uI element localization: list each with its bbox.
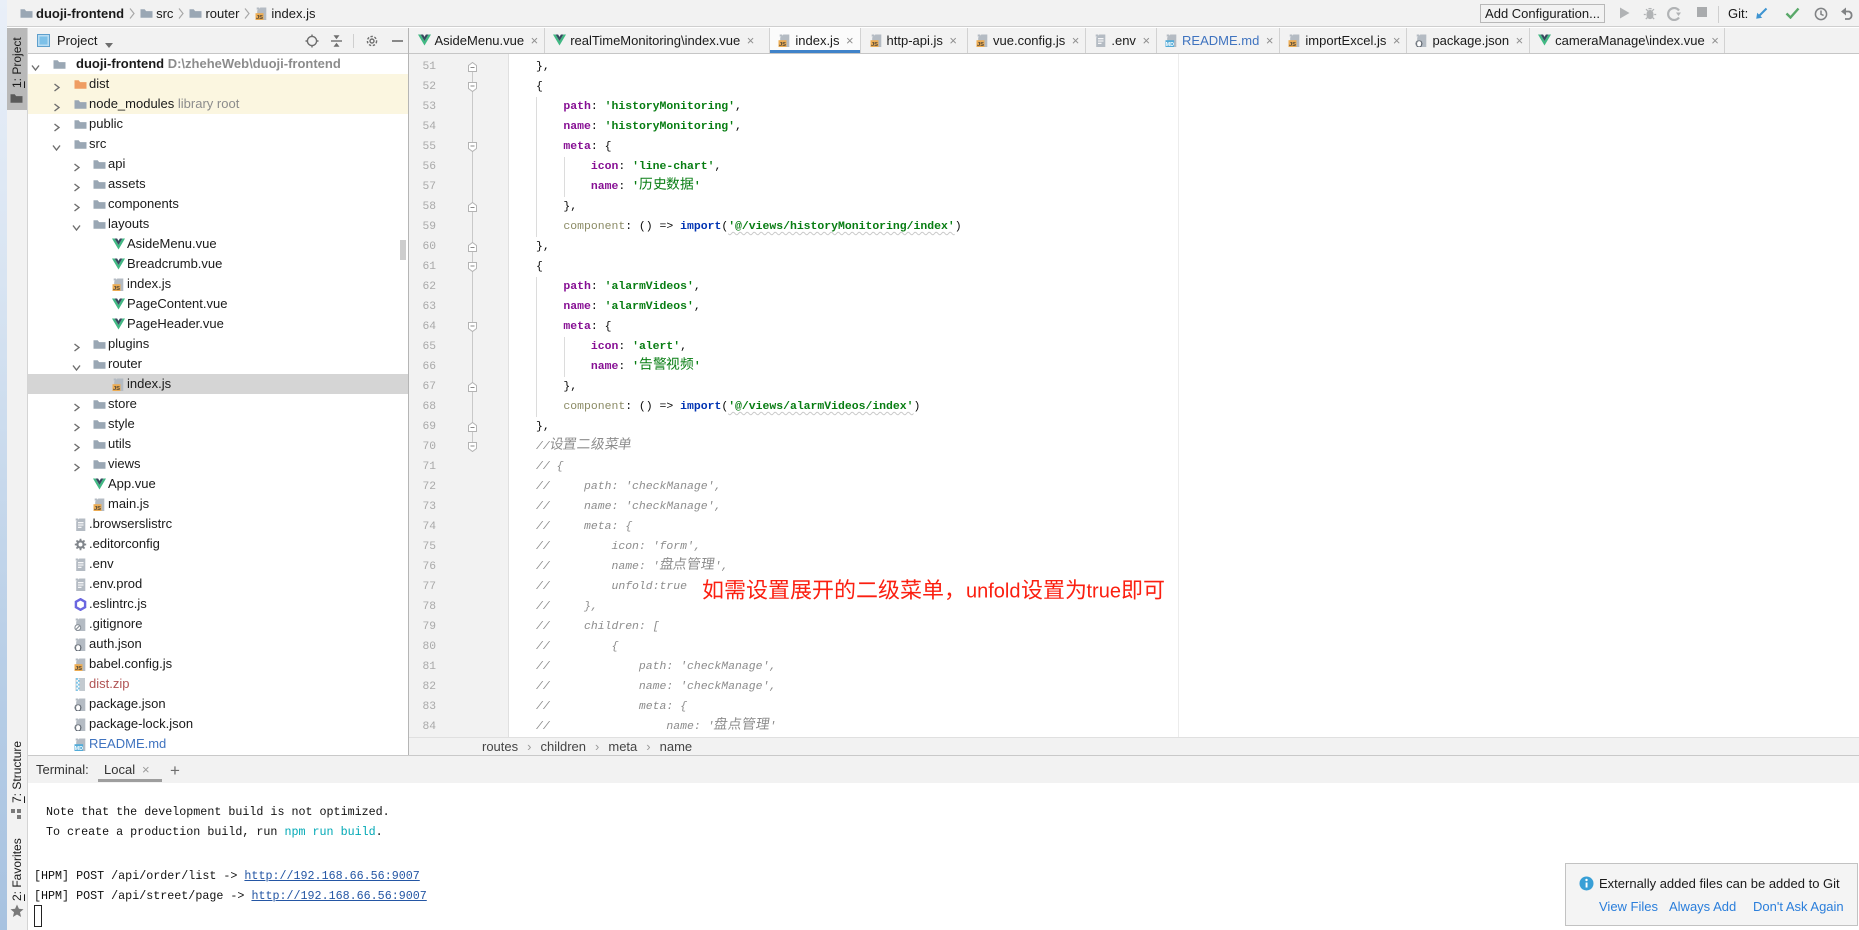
svg-text:JS: JS [870, 42, 877, 47]
svg-text:JS: JS [113, 386, 120, 391]
svg-text:JS: JS [1289, 42, 1296, 47]
svg-text:MD: MD [1166, 42, 1174, 47]
svg-text:JS: JS [977, 42, 984, 47]
svg-text:JS: JS [75, 666, 82, 671]
svg-text:{}: {} [1415, 40, 1423, 46]
svg-text:JS: JS [113, 286, 120, 291]
svg-text:JS: JS [779, 42, 786, 47]
svg-text:JS: JS [94, 506, 101, 511]
svg-text:MD: MD [75, 746, 83, 751]
svg-text:{}: {} [74, 645, 82, 651]
svg-text:JS: JS [256, 15, 263, 20]
svg-text:{}: {} [74, 705, 82, 711]
svg-text:{}: {} [74, 725, 82, 731]
